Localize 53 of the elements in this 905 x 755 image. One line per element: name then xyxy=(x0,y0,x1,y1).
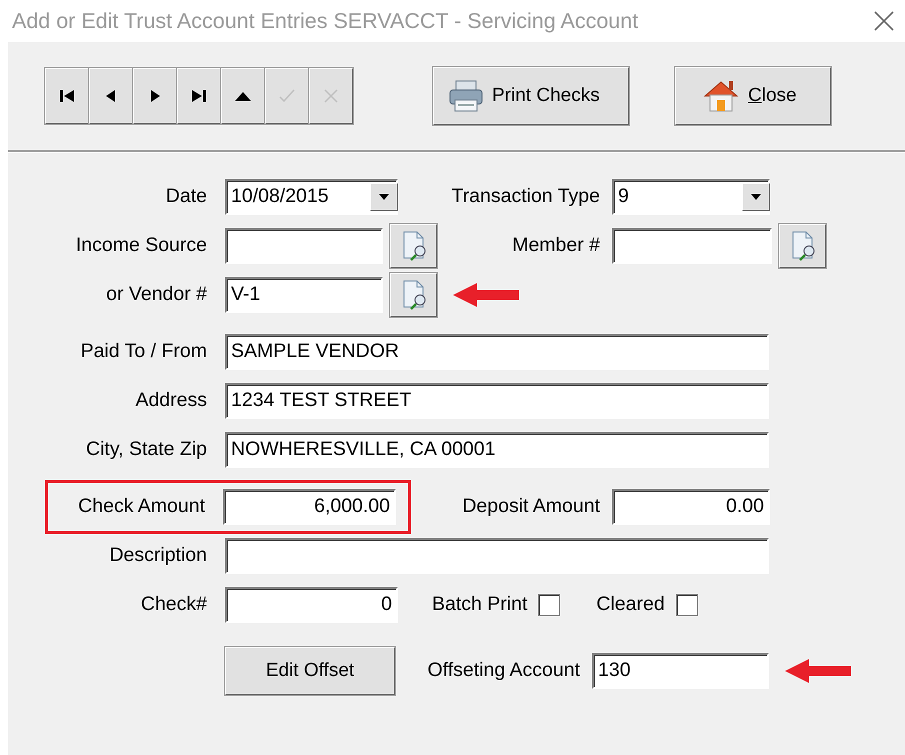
lookup-button[interactable] xyxy=(779,224,826,268)
input-field[interactable]: SAMPLE VENDOR xyxy=(225,334,769,370)
last-button[interactable] xyxy=(177,68,221,124)
field-label: City, State Zip xyxy=(84,436,207,462)
field-label: Check# xyxy=(140,592,207,617)
field-label: Check Amount xyxy=(77,494,205,519)
checkbox[interactable] xyxy=(676,594,698,616)
input-field[interactable]: 6,000.00 xyxy=(223,488,396,524)
first-button[interactable] xyxy=(45,68,89,124)
input-field[interactable]: 0 xyxy=(225,586,398,622)
input-field[interactable] xyxy=(612,228,772,264)
close-button[interactable]: Close xyxy=(675,67,831,125)
input-field[interactable] xyxy=(225,228,383,264)
field-label: Description xyxy=(108,542,207,568)
next-button[interactable] xyxy=(133,68,177,124)
input-field[interactable]: 9 xyxy=(612,178,770,214)
dropdown-button[interactable] xyxy=(370,182,398,210)
input-field[interactable]: 10/08/2015 xyxy=(225,178,398,214)
print-checks-button[interactable]: Print Checks xyxy=(433,67,629,125)
field-label: Deposit Amount xyxy=(461,494,600,519)
field-label: or Vendor # xyxy=(105,282,207,307)
lookup-button[interactable] xyxy=(390,224,437,268)
checkbox-label: Batch Print xyxy=(432,592,528,617)
input-field[interactable]: V-1 xyxy=(225,276,383,312)
caret-icon xyxy=(379,194,389,200)
dropdown-button[interactable] xyxy=(742,182,770,210)
field-label: Member # xyxy=(511,232,600,258)
previous-button[interactable] xyxy=(89,68,133,124)
window-title: Add or Edit Trust Account Entries SERVACCT - Servicing Account xyxy=(12,8,638,35)
printer-icon xyxy=(448,79,484,113)
caret-icon xyxy=(751,194,761,200)
close-icon[interactable] xyxy=(873,10,895,32)
input-field[interactable]: 130 xyxy=(592,653,769,689)
input-field[interactable]: NOWHERESVILLE, CA 00001 xyxy=(225,432,769,468)
lookup-button[interactable] xyxy=(390,272,437,316)
field-label: Address xyxy=(134,388,207,413)
field-label: Offseting Account xyxy=(426,658,580,684)
last-icon xyxy=(190,87,208,105)
field-label: Paid To / From xyxy=(80,338,207,364)
house-icon xyxy=(702,78,740,114)
field-label: Transaction Type xyxy=(450,184,600,209)
input-field[interactable] xyxy=(225,538,769,574)
checkbox-label: Cleared xyxy=(596,592,665,617)
edit-offset-button[interactable]: Edit Offset xyxy=(225,647,395,695)
cross-icon xyxy=(322,87,340,105)
field-label: Income Source xyxy=(74,232,207,258)
up-button[interactable] xyxy=(221,68,265,124)
checkbox[interactable] xyxy=(538,594,560,616)
input-field[interactable]: 1234 TEST STREET xyxy=(225,382,769,418)
field-label: Date xyxy=(164,184,207,209)
checkmark-icon xyxy=(278,87,296,105)
input-field[interactable]: 0.00 xyxy=(612,488,770,524)
first-icon xyxy=(58,87,76,105)
